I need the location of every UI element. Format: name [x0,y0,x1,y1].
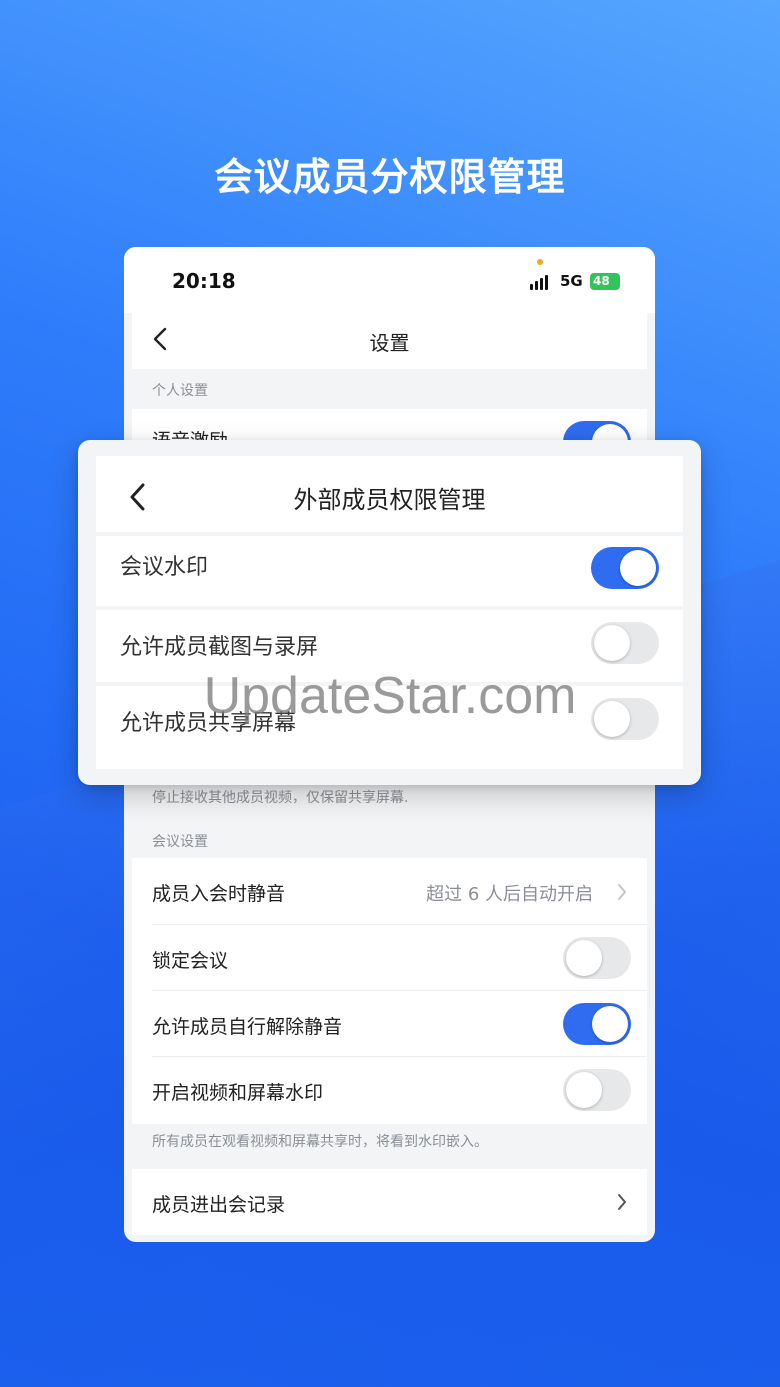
mute-on-join-label: 成员入会时静音 [152,883,286,905]
video-watermark-toggle[interactable] [563,1069,631,1111]
chevron-right-icon [618,1194,626,1210]
share-screen-hint: 停止接收其他成员视频，仅保留共享屏幕. [152,790,409,806]
row-divider [96,606,683,610]
lock-meeting-label: 锁定会议 [152,950,229,972]
meeting-watermark-label: 会议水印 [120,555,209,580]
meeting-settings-group: 成员入会时静音 超过 6 人后自动开启 锁定会议 允许成员自行解除静音 开启视频… [132,858,647,1124]
row-divider [152,1056,647,1057]
meeting-watermark-toggle[interactable] [591,547,659,589]
chevron-right-icon [618,884,626,900]
video-watermark-label: 开启视频和屏幕水印 [152,1082,324,1104]
row-divider [152,924,647,925]
row-divider [96,682,683,686]
row-divider [152,990,647,991]
external-permissions-card: 外部成员权限管理 会议水印 允许成员截图与录屏 允许成员共享屏幕 [78,440,701,785]
toggle-knob [620,550,656,586]
allow-share-screen-toggle[interactable] [591,698,659,740]
settings-navbar: 设置 [132,313,647,369]
self-unmute-label: 允许成员自行解除静音 [152,1016,343,1038]
toggle-knob [566,940,602,976]
row-divider [96,532,683,536]
battery-icon: 48 [590,273,620,290]
allow-screenshot-toggle[interactable] [591,622,659,664]
member-log-row[interactable]: 成员进出会记录 [132,1169,647,1235]
meeting-section-label: 会议设置 [152,834,208,850]
settings-title: 设置 [369,331,410,355]
self-unmute-toggle[interactable] [563,1003,631,1045]
external-permissions-title: 外部成员权限管理 [293,486,486,514]
signal-icon [530,275,548,290]
battery-level: 48 [593,274,610,288]
status-time: 20:18 [172,269,236,293]
personal-section-label: 个人设置 [152,383,208,399]
mute-on-join-value: 超过 6 人后自动开启 [426,884,593,905]
lock-meeting-toggle[interactable] [563,937,631,979]
page-headline: 会议成员分权限管理 [214,155,566,199]
toggle-knob [594,701,630,737]
network-type: 5G [560,272,583,290]
allow-share-screen-label: 允许成员共享屏幕 [120,711,297,736]
allow-screenshot-label: 允许成员截图与录屏 [120,635,319,660]
toggle-knob [594,625,630,661]
toggle-knob [592,1006,628,1042]
member-log-label: 成员进出会记录 [152,1194,286,1216]
privacy-indicator-icon [537,259,543,265]
watermark-hint: 所有成员在观看视频和屏幕共享时，将看到水印嵌入。 [152,1134,488,1150]
toggle-knob [566,1072,602,1108]
external-permissions-panel: 外部成员权限管理 会议水印 允许成员截图与录屏 允许成员共享屏幕 [96,456,683,769]
status-bar: 20:18 5G 48 [124,247,655,313]
